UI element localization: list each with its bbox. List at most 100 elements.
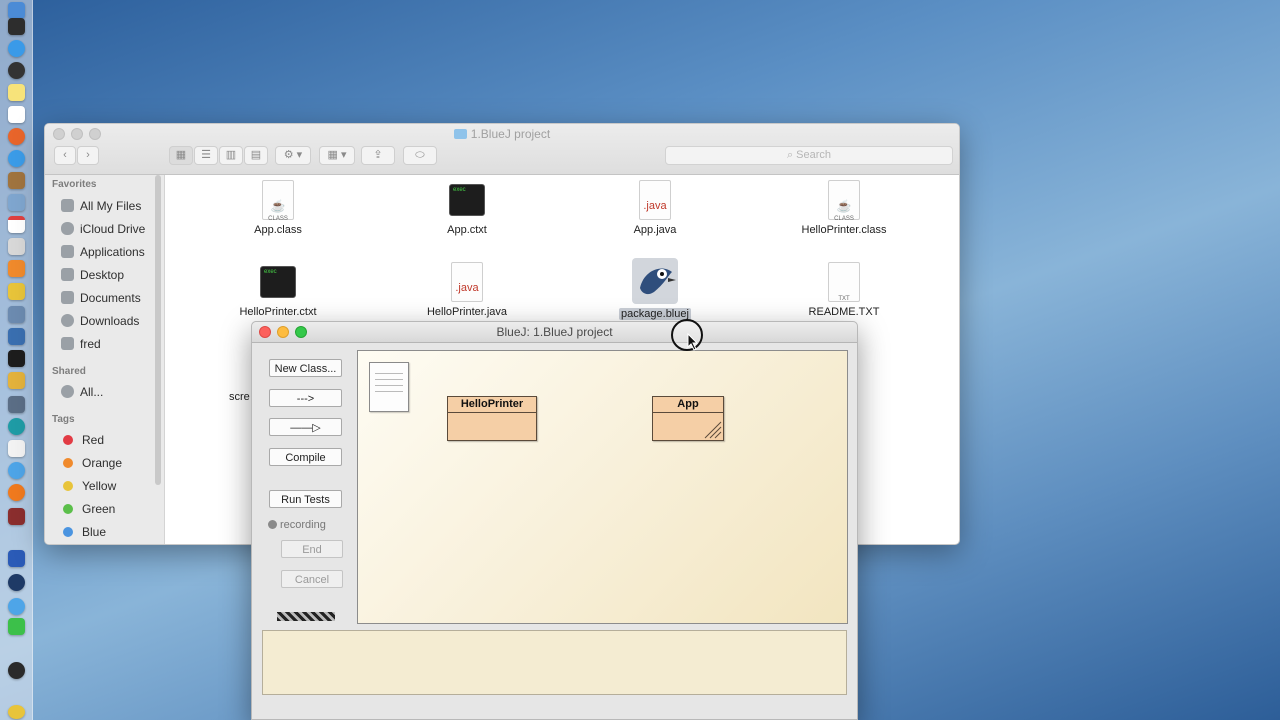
new-class-button[interactable]: New Class...: [269, 359, 342, 377]
compile-button[interactable]: Compile: [269, 448, 342, 466]
bluej-window: BlueJ: 1.BlueJ project New Class... --->…: [251, 321, 858, 720]
sidebar-tag-orange[interactable]: Orange: [61, 454, 122, 472]
icon-view-button[interactable]: ▦: [169, 146, 193, 165]
home-icon: [61, 337, 74, 350]
sidebar-item-icloud-drive[interactable]: iCloud Drive: [61, 220, 145, 238]
back-button[interactable]: ‹: [54, 146, 76, 165]
machine-activity-icon: [277, 612, 335, 621]
file-app-class[interactable]: ☕ CLASS App.class: [203, 180, 353, 236]
file-package-bluej[interactable]: package.bluej: [580, 258, 730, 320]
ibooks-dock-icon[interactable]: [8, 260, 25, 277]
bluej-message-area: [262, 630, 847, 695]
xcode-dock-icon[interactable]: [8, 306, 25, 323]
tools-dock-icon[interactable]: [8, 283, 25, 300]
facetime-dock-icon[interactable]: [8, 618, 25, 635]
word-dock-icon[interactable]: [8, 550, 25, 567]
file-helloprinter-ctxt[interactable]: exec HelloPrinter.ctxt: [203, 262, 353, 318]
finder-window-title: 1.BlueJ project: [45, 127, 959, 141]
dictionary-dock-icon[interactable]: [8, 508, 25, 525]
utility-dock-icon[interactable]: [8, 372, 25, 389]
finder-dock-icon[interactable]: [8, 2, 25, 19]
file-label: HelloPrinter.java: [426, 306, 508, 318]
mouse-pointer-icon: [687, 333, 699, 351]
file-readme-txt[interactable]: TXT README.TXT: [769, 262, 919, 318]
sidebar-item-label: iCloud Drive: [80, 222, 146, 236]
itunes-dock-icon[interactable]: [8, 462, 25, 479]
sidebar-item-fred[interactable]: fred: [61, 335, 101, 353]
arduino-dock-icon[interactable]: [8, 418, 25, 435]
file-helloprinter-java[interactable]: .java HelloPrinter.java: [392, 262, 542, 318]
class-name: App: [653, 397, 723, 413]
sidebar-tag-yellow[interactable]: Yellow: [61, 477, 116, 495]
class-box-app[interactable]: App: [652, 396, 724, 441]
applications-icon: [61, 245, 74, 258]
file-badge: CLASS: [268, 216, 288, 222]
app-store-dock-icon[interactable]: [8, 40, 25, 57]
messages-dock-icon[interactable]: [8, 598, 25, 615]
class-diagram-canvas[interactable]: HelloPrinter App: [357, 350, 848, 624]
sidebar-item-shared-all[interactable]: All...: [61, 383, 103, 401]
documents-icon: [61, 291, 74, 304]
file-badge: exec: [264, 269, 277, 275]
chrome-dock-icon[interactable]: [8, 705, 25, 719]
class-name: HelloPrinter: [448, 397, 536, 413]
preview-dock-icon[interactable]: [8, 194, 25, 211]
bluej-dock-icon[interactable]: [8, 396, 25, 413]
class-file-icon: ☕ CLASS: [828, 180, 860, 222]
package-dock-icon[interactable]: [8, 328, 25, 345]
sidebar-scrollbar[interactable]: [155, 175, 161, 485]
sidebar-tag-blue[interactable]: Blue: [61, 523, 106, 541]
file-label: App.ctxt: [447, 224, 487, 236]
readme-note-icon[interactable]: [369, 362, 409, 412]
finder-search-field[interactable]: ⌕ Search: [665, 146, 953, 165]
dependency-arrow-button[interactable]: --->: [269, 389, 342, 407]
finder-title-text: 1.BlueJ project: [470, 127, 551, 141]
sidebar-item-all-my-files[interactable]: All My Files: [61, 197, 141, 215]
list-view-button[interactable]: ☰: [194, 146, 218, 165]
sidebar-item-documents[interactable]: Documents: [61, 289, 141, 307]
file-label: HelloPrinter.ctxt: [239, 306, 317, 318]
notes-dock-icon[interactable]: [8, 84, 25, 101]
coverflow-view-button[interactable]: ▤: [244, 146, 268, 165]
cancel-button[interactable]: Cancel: [281, 570, 343, 588]
sidebar-item-downloads[interactable]: Downloads: [61, 312, 139, 330]
tag-label: Orange: [82, 456, 123, 470]
forward-button[interactable]: ›: [77, 146, 99, 165]
calendar-dock-icon[interactable]: [8, 216, 25, 233]
sidebar-item-applications[interactable]: Applications: [61, 243, 145, 261]
action-gear-button[interactable]: ⚙ ▾: [275, 146, 311, 165]
tag-label: Green: [82, 502, 116, 516]
sidebar-item-label: Documents: [80, 291, 141, 305]
ibooks-orange-dock-icon[interactable]: [8, 484, 25, 501]
file-label: HelloPrinter.class: [801, 224, 887, 236]
sidebar-item-desktop[interactable]: Desktop: [61, 266, 124, 284]
sidebar-item-label: Applications: [80, 245, 145, 259]
inheritance-arrow-button[interactable]: ——▷: [269, 418, 342, 436]
bolt-dock-icon[interactable]: [8, 662, 25, 679]
sidebar-tag-green[interactable]: Green: [61, 500, 115, 518]
photos-dock-icon[interactable]: [8, 238, 25, 255]
partial-file-label[interactable]: scre: [229, 391, 250, 403]
class-box-helloprinter[interactable]: HelloPrinter: [447, 396, 537, 441]
tag-label: Yellow: [82, 479, 117, 493]
dashboard-dock-icon[interactable]: [8, 18, 25, 35]
file-helloprinter-class[interactable]: ☕ CLASS HelloPrinter.class: [769, 180, 919, 236]
folder-icon: [453, 129, 467, 139]
end-button[interactable]: End: [281, 540, 343, 558]
file-app-java[interactable]: .java App.java: [580, 180, 730, 236]
share-button[interactable]: ⇪: [361, 146, 395, 165]
column-view-button[interactable]: ▥: [219, 146, 243, 165]
terminal-dock-icon[interactable]: [8, 350, 25, 367]
book-dock-icon[interactable]: [8, 172, 25, 189]
safari-dock-icon[interactable]: [8, 150, 25, 167]
arrange-button[interactable]: ▦ ▾: [319, 146, 355, 165]
firefox-dock-icon[interactable]: [8, 128, 25, 145]
sidebar-tag-red[interactable]: Red: [61, 431, 104, 449]
tags-button[interactable]: ⬭: [403, 146, 437, 165]
pages-dock-icon[interactable]: [8, 440, 25, 457]
file-app-ctxt[interactable]: exec App.ctxt: [392, 180, 542, 236]
quicktime-dock-icon[interactable]: [8, 574, 25, 591]
run-tests-button[interactable]: Run Tests: [269, 490, 342, 508]
calendar-grid-dock-icon[interactable]: [8, 106, 25, 123]
launchpad-dock-icon[interactable]: [8, 62, 25, 79]
